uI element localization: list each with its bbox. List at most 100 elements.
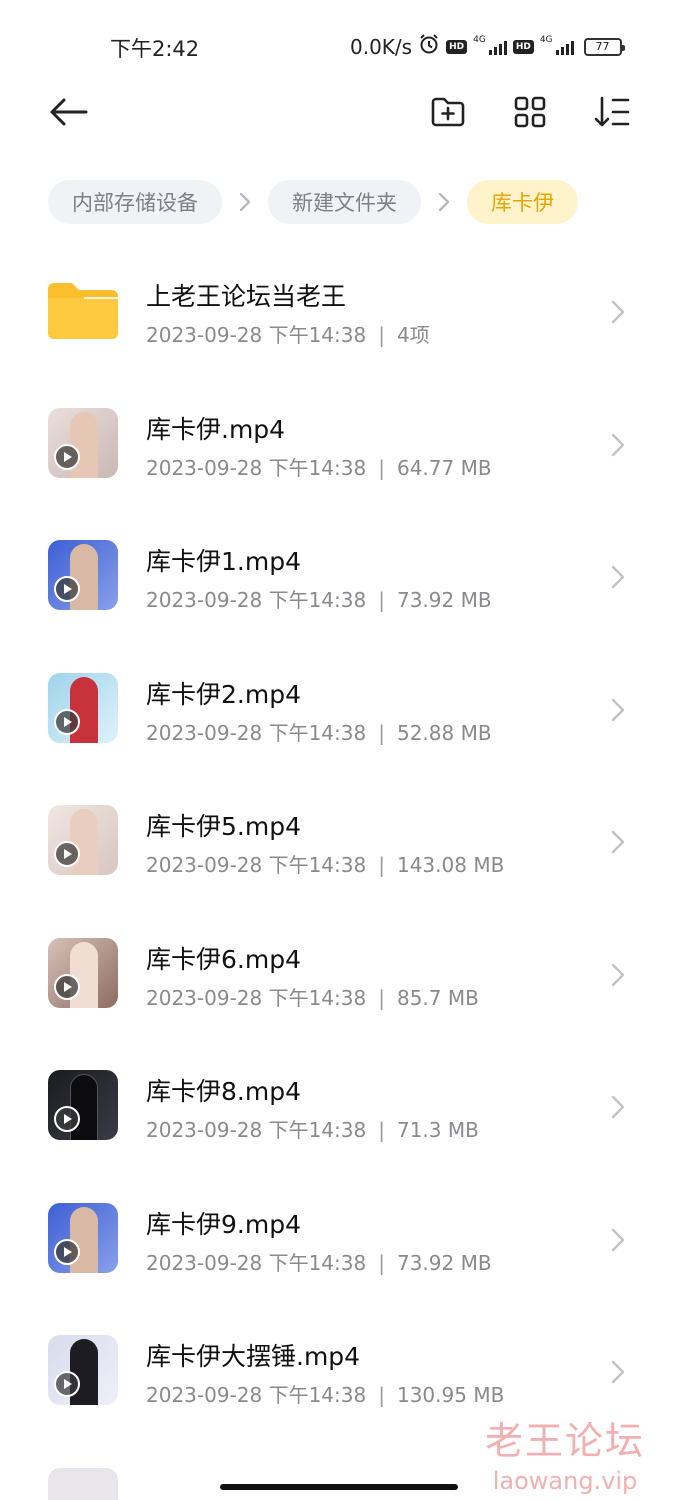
meta-separator: | bbox=[378, 455, 385, 480]
chevron-right-icon bbox=[421, 192, 467, 212]
file-meta: 2023-09-28 下午14:38 | 64.77 MB bbox=[146, 452, 492, 481]
status-indicators: 0.0K/s HD 4G HD 4G 77 bbox=[350, 33, 625, 60]
file-meta: 2023-09-28 下午14:38 | 73.92 MB bbox=[146, 584, 492, 613]
meta-separator: | bbox=[378, 1118, 385, 1142]
chevron-right-icon bbox=[611, 698, 625, 721]
file-name: 库卡伊9.mp4 bbox=[146, 1209, 301, 1239]
meta-separator: | bbox=[378, 1383, 385, 1407]
file-name: 库卡伊1.mp4 bbox=[146, 547, 301, 576]
signal-icon bbox=[488, 39, 507, 55]
folder-row[interactable]: 上老王论坛当老王 2023-09-28 下午14:38 | 4项 bbox=[0, 245, 675, 378]
hd-badge-2: HD bbox=[512, 39, 534, 54]
chevron-right-icon bbox=[611, 300, 625, 324]
meta-separator: | bbox=[378, 985, 385, 1010]
chevron-right-icon bbox=[611, 1095, 625, 1119]
file-meta: 2023-09-28 下午14:38 | 52.88 MB bbox=[146, 717, 492, 746]
folder-icon bbox=[48, 283, 118, 339]
video-thumbnail bbox=[48, 672, 118, 743]
file-row[interactable]: 库卡伊9.mp4 2023-09-28 下午14:38 | 73.92 MB bbox=[0, 1173, 675, 1306]
breadcrumb-new-folder[interactable]: 新建文件夹 bbox=[268, 180, 421, 224]
file-size: 73.92 MB bbox=[396, 1250, 492, 1275]
file-meta: 2023-09-28 下午14:38 | 73.92 MB bbox=[146, 1247, 492, 1276]
alarm-icon bbox=[418, 33, 440, 60]
video-thumbnail bbox=[48, 1202, 118, 1273]
video-thumbnail bbox=[48, 937, 118, 1008]
video-thumbnail bbox=[48, 1070, 118, 1140]
file-row[interactable]: 库卡伊1.mp4 2023-09-28 下午14:38 | 73.92 MB bbox=[0, 510, 675, 643]
file-size: 73.92 MB bbox=[396, 588, 492, 612]
play-icon bbox=[54, 1106, 80, 1132]
arrow-left-icon bbox=[50, 98, 88, 126]
file-name: 库卡伊大摆锤.mp4 bbox=[146, 1342, 361, 1371]
play-icon bbox=[54, 708, 80, 735]
meta-separator: | bbox=[378, 1250, 385, 1275]
meta-separator: | bbox=[378, 588, 385, 612]
file-size: 85.7 MB bbox=[396, 985, 479, 1010]
video-thumbnail-partial[interactable] bbox=[48, 1468, 118, 1500]
file-row[interactable]: 库卡伊6.mp4 2023-09-28 下午14:38 | 85.7 MB bbox=[0, 908, 675, 1041]
file-meta: 2023-09-28 下午14:38 | 71.3 MB bbox=[146, 1114, 479, 1143]
file-size: 71.3 MB bbox=[396, 1118, 479, 1142]
file-size: 64.77 MB bbox=[396, 455, 492, 480]
home-indicator[interactable] bbox=[220, 1484, 458, 1490]
play-icon bbox=[54, 443, 80, 470]
file-date: 2023-09-28 下午14:38 bbox=[146, 455, 367, 480]
file-date: 2023-09-28 下午14:38 bbox=[146, 588, 367, 612]
folder-meta: 2023-09-28 下午14:38 | 4项 bbox=[146, 319, 430, 348]
new-folder-button[interactable] bbox=[426, 90, 470, 134]
play-icon bbox=[54, 1371, 80, 1397]
folder-name: 上老王论坛当老王 bbox=[146, 282, 347, 311]
watermark-url: laowang.vip bbox=[492, 1467, 638, 1495]
file-size: 143.08 MB bbox=[396, 853, 505, 877]
chevron-right-icon bbox=[611, 565, 625, 589]
sort-button[interactable] bbox=[590, 90, 634, 134]
file-date: 2023-09-28 下午14:38 bbox=[146, 853, 367, 877]
file-name: 库卡伊6.mp4 bbox=[146, 944, 301, 974]
network-type: 4G bbox=[473, 34, 486, 45]
video-thumbnail bbox=[48, 1335, 118, 1405]
breadcrumb-current[interactable]: 库卡伊 bbox=[467, 180, 578, 224]
chevron-right-icon bbox=[611, 433, 625, 456]
grid-view-button[interactable] bbox=[508, 90, 552, 134]
chevron-right-icon bbox=[611, 1228, 625, 1251]
file-name: 库卡伊8.mp4 bbox=[146, 1077, 301, 1106]
file-date: 2023-09-28 下午14:38 bbox=[146, 1383, 367, 1407]
play-icon bbox=[54, 576, 80, 602]
network-speed: 0.0K/s bbox=[350, 34, 413, 59]
status-bar: 下午2:42 0.0K/s HD 4G HD 4G 77 bbox=[0, 0, 675, 92]
play-icon bbox=[54, 973, 80, 1000]
video-thumbnail bbox=[48, 805, 118, 875]
battery-icon: 77 bbox=[583, 37, 625, 56]
grid-view-icon bbox=[514, 96, 546, 128]
file-list: 上老王论坛当老王 2023-09-28 下午14:38 | 4项 库卡伊.mp4 2… bbox=[0, 245, 675, 1438]
file-name: 库卡伊2.mp4 bbox=[146, 679, 301, 709]
file-meta: 2023-09-28 下午14:38 | 85.7 MB bbox=[146, 982, 479, 1011]
toolbar bbox=[0, 80, 675, 144]
file-size: 52.88 MB bbox=[396, 720, 492, 745]
breadcrumb-internal-storage[interactable]: 内部存储设备 bbox=[48, 180, 222, 224]
file-row[interactable]: 库卡伊.mp4 2023-09-28 下午14:38 | 64.77 MB bbox=[0, 378, 675, 511]
file-row[interactable]: 库卡伊5.mp4 2023-09-28 下午14:38 | 143.08 MB bbox=[0, 775, 675, 908]
file-meta: 2023-09-28 下午14:38 | 130.95 MB bbox=[146, 1379, 504, 1408]
chevron-right-icon bbox=[611, 830, 625, 854]
back-button[interactable] bbox=[46, 90, 90, 134]
file-row[interactable]: 库卡伊8.mp4 2023-09-28 下午14:38 | 71.3 MB bbox=[0, 1040, 675, 1173]
folder-date: 2023-09-28 下午14:38 bbox=[146, 323, 367, 347]
watermark: 老王论坛 laowang.vip bbox=[485, 1410, 645, 1495]
folder-add-icon bbox=[431, 97, 465, 127]
play-icon bbox=[54, 841, 80, 867]
chevron-right-icon bbox=[611, 963, 625, 986]
file-name: 库卡伊5.mp4 bbox=[146, 812, 301, 841]
file-name: 库卡伊.mp4 bbox=[146, 414, 286, 444]
watermark-title: 老王论坛 bbox=[485, 1419, 646, 1463]
play-icon bbox=[54, 1238, 80, 1265]
file-date: 2023-09-28 下午14:38 bbox=[146, 720, 367, 745]
signal-icon-2 bbox=[555, 39, 574, 55]
file-row[interactable]: 库卡伊2.mp4 2023-09-28 下午14:38 | 52.88 MB bbox=[0, 643, 675, 776]
file-date: 2023-09-28 下午14:38 bbox=[146, 985, 367, 1010]
meta-separator: | bbox=[378, 853, 385, 877]
chevron-right-icon bbox=[611, 1360, 625, 1384]
chevron-right-icon bbox=[222, 192, 268, 212]
meta-separator: | bbox=[378, 323, 385, 347]
file-size: 130.95 MB bbox=[396, 1383, 505, 1407]
